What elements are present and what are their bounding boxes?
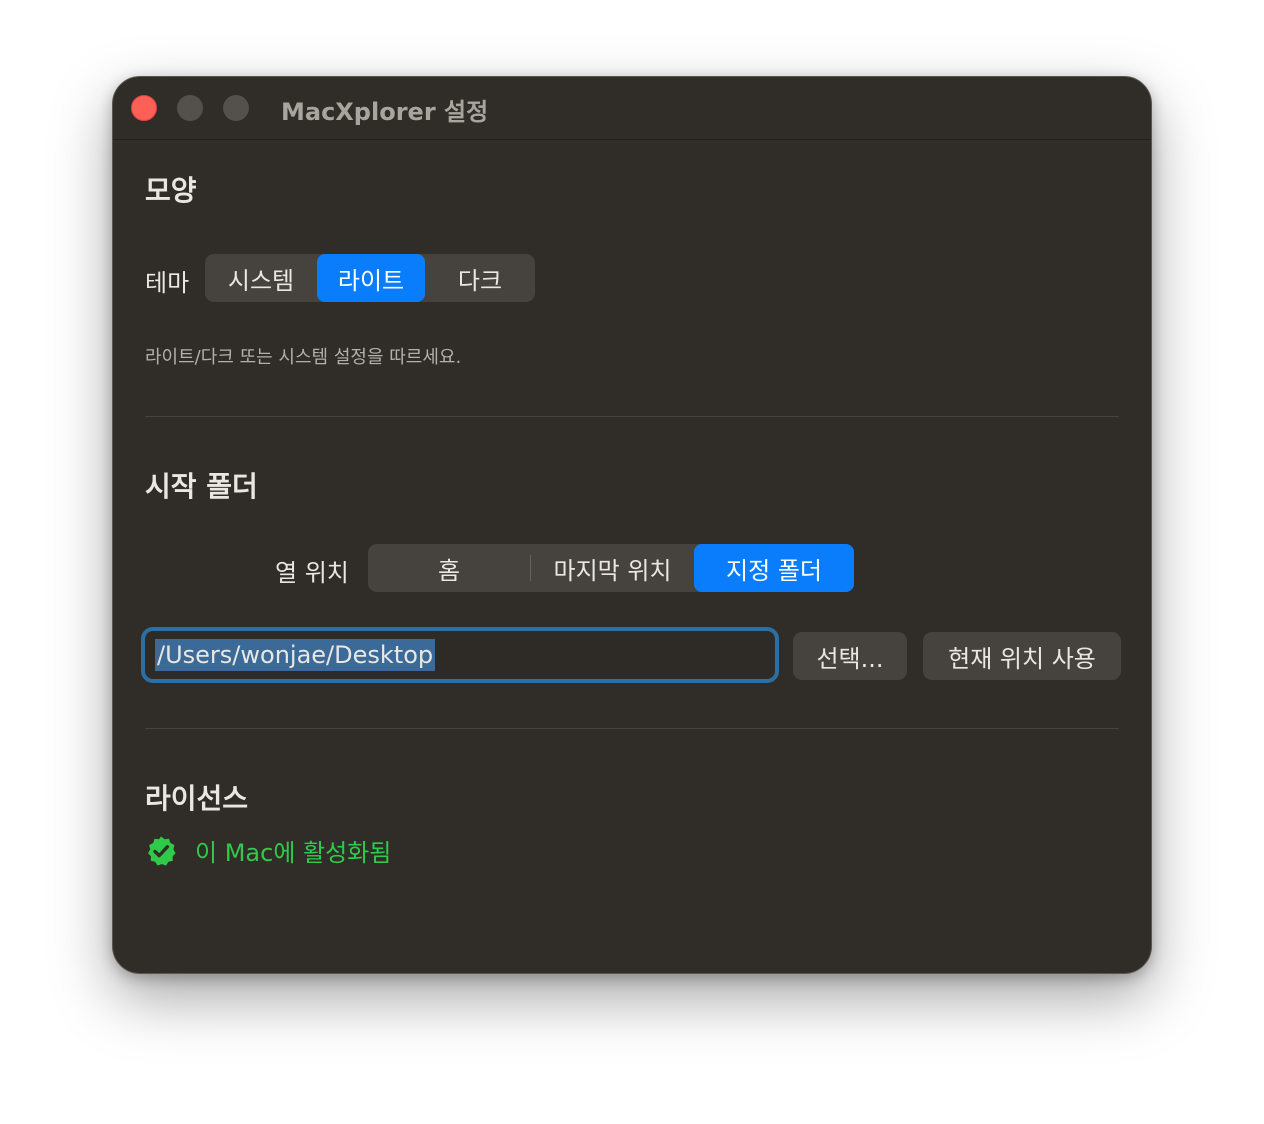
section-divider [145,416,1119,417]
folder-path-text: /Users/wonjae/Desktop [155,639,436,671]
theme-option-dark[interactable]: 다크 [425,254,535,302]
minimize-button[interactable] [177,95,203,121]
license-status: 이 Mac에 활성화됨 [145,833,391,868]
zoom-button[interactable] [223,95,249,121]
theme-segmented-control: 시스템 라이트 다크 [205,254,535,302]
theme-option-light[interactable]: 라이트 [317,254,425,302]
theme-option-system[interactable]: 시스템 [205,254,317,302]
license-status-text: 이 Mac에 활성화됨 [195,839,392,867]
open-option-last-location[interactable]: 마지막 위치 [531,544,694,592]
open-location-label: 열 위치 [275,559,349,587]
use-current-location-button[interactable]: 현재 위치 사용 [923,632,1121,680]
checkmark-seal-icon [148,836,176,866]
appearance-section-title: 모양 [145,174,197,207]
open-option-custom-folder[interactable]: 지정 폴더 [694,544,854,592]
license-section-title: 라이선스 [145,782,249,815]
theme-label: 테마 [145,269,190,297]
section-divider [145,728,1119,729]
close-button[interactable] [131,95,157,121]
choose-folder-button[interactable]: 선택... [793,632,907,680]
title-bar: MacXplorer 설정 [113,77,1151,140]
settings-window: MacXplorer 설정 모양 테마 시스템 라이트 다크 라이트/다크 또는… [112,76,1152,974]
startup-section-title: 시작 폴더 [145,470,258,503]
open-option-home[interactable]: 홈 [368,544,530,592]
window-title: MacXplorer 설정 [281,98,489,126]
open-location-segmented-control: 홈 마지막 위치 지정 폴더 [368,544,854,592]
folder-path-input[interactable]: /Users/wonjae/Desktop [141,627,779,683]
theme-hint: 라이트/다크 또는 시스템 설정을 따르세요. [145,347,462,368]
